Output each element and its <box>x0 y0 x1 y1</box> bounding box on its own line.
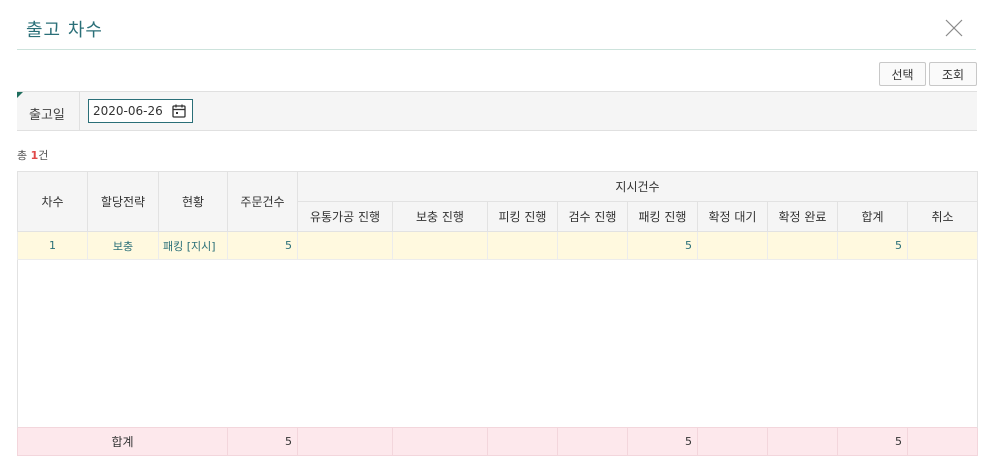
header-order-count[interactable]: 주문건수 <box>227 171 298 232</box>
total-order-count: 5 <box>227 427 298 456</box>
header-cancel[interactable]: 취소 <box>906 201 979 232</box>
cell-replenish[interactable] <box>392 231 488 260</box>
total-confirm-wait <box>697 427 768 456</box>
header-replenish[interactable]: 보충 진행 <box>392 201 488 232</box>
total-processing <box>297 427 393 456</box>
header-inspection[interactable]: 검수 진행 <box>557 201 628 232</box>
empty-area <box>16 259 979 428</box>
cell-cancel[interactable] <box>906 231 979 260</box>
cell-sum[interactable]: 5 <box>837 231 908 260</box>
total-label: 합계 <box>17 427 228 456</box>
total-row: 합계 5 5 5 <box>17 427 979 456</box>
calendar-icon[interactable] <box>171 103 187 119</box>
total-sum: 5 <box>837 427 908 456</box>
shipment-round-table: 차수 할당전략 현황 주문건수 지시건수 유통가공 진행 보충 진행 피킹 진행… <box>16 171 979 456</box>
result-count-suffix: 건 <box>38 149 49 162</box>
header-status[interactable]: 현황 <box>158 171 228 232</box>
total-packing: 5 <box>627 427 698 456</box>
cell-confirm-wait[interactable] <box>697 231 768 260</box>
header-packing[interactable]: 패킹 진행 <box>627 201 698 232</box>
header-confirm-wait[interactable]: 확정 대기 <box>697 201 768 232</box>
cell-strategy[interactable]: 보충 <box>87 231 159 260</box>
result-count-prefix: 총 <box>17 149 31 162</box>
search-button[interactable]: 조회 <box>929 62 977 86</box>
ship-date-field[interactable]: 2020-06-26 <box>88 99 193 123</box>
header-picking[interactable]: 피킹 진행 <box>487 201 558 232</box>
result-count: 총 1건 <box>17 147 48 163</box>
cell-inspection[interactable] <box>557 231 628 260</box>
ship-date-value[interactable]: 2020-06-26 <box>89 104 171 118</box>
select-button[interactable]: 선택 <box>879 62 926 86</box>
filter-bar: 출고일 2020-06-26 <box>17 91 977 131</box>
header-processing[interactable]: 유통가공 진행 <box>297 201 393 232</box>
header-instruction-count: 지시건수 <box>296 171 979 202</box>
cell-status[interactable]: 패킹 [지시] <box>158 231 228 260</box>
title-divider <box>17 49 976 50</box>
header-round[interactable]: 차수 <box>17 171 88 232</box>
close-icon[interactable] <box>944 18 964 38</box>
total-confirm-done <box>767 427 838 456</box>
header-sum[interactable]: 합계 <box>837 201 908 232</box>
total-cancel <box>906 427 979 456</box>
header-confirm-done[interactable]: 확정 완료 <box>767 201 838 232</box>
filter-divider <box>79 92 80 130</box>
cell-processing[interactable] <box>297 231 393 260</box>
cell-round[interactable]: 1 <box>17 231 88 260</box>
table-row[interactable]: 1 보충 패킹 [지시] 5 5 5 <box>17 231 979 260</box>
ship-date-label: 출고일 <box>29 108 65 123</box>
cell-packing[interactable]: 5 <box>627 231 698 260</box>
total-replenish <box>392 427 488 456</box>
total-inspection <box>557 427 628 456</box>
dialog-title: 출고 차수 <box>26 20 103 41</box>
header-strategy[interactable]: 할당전략 <box>87 171 159 232</box>
cell-order-count[interactable]: 5 <box>227 231 298 260</box>
cell-confirm-done[interactable] <box>767 231 838 260</box>
filter-corner-marker <box>17 92 23 98</box>
cell-picking[interactable] <box>487 231 558 260</box>
total-picking <box>487 427 558 456</box>
